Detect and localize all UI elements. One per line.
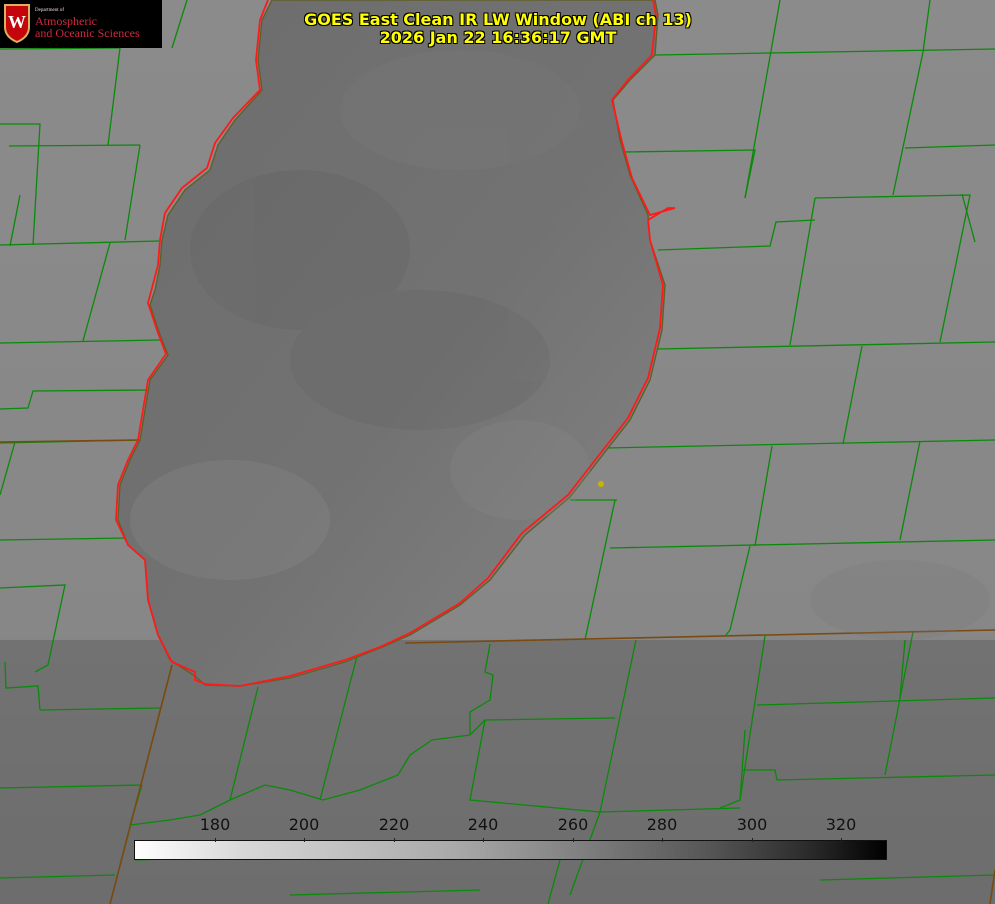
svg-text:W: W bbox=[8, 12, 26, 32]
satellite-image-view: W Department of Atmospheric and Oceanic … bbox=[0, 0, 995, 904]
colorbar-tick-mark bbox=[662, 838, 663, 842]
colorbar-tick-mark bbox=[483, 838, 484, 842]
colorbar-tick-mark bbox=[752, 838, 753, 842]
brightness-temperature-colorbar bbox=[134, 840, 887, 860]
colorbar-label: 200 bbox=[288, 815, 320, 834]
colorbar-tick-mark bbox=[394, 838, 395, 842]
city-marker bbox=[598, 481, 604, 487]
colorbar-label: 180 bbox=[199, 815, 231, 834]
logo-line-oceanic: and Oceanic Sciences bbox=[35, 26, 140, 40]
colorbar-label: 300 bbox=[736, 815, 768, 834]
satellite-map bbox=[0, 0, 995, 904]
uw-aos-logo: W Department of Atmospheric and Oceanic … bbox=[0, 0, 162, 48]
south-land-shading bbox=[0, 640, 995, 904]
colorbar-tick-mark bbox=[215, 838, 216, 842]
colorbar-label: 220 bbox=[378, 815, 410, 834]
colorbar-label: 240 bbox=[467, 815, 499, 834]
colorbar-tick-mark bbox=[841, 838, 842, 842]
colorbar-label: 320 bbox=[825, 815, 857, 834]
colorbar-label: 280 bbox=[646, 815, 678, 834]
colorbar-tick-mark bbox=[304, 838, 305, 842]
uw-crest-icon: W bbox=[4, 4, 30, 43]
title-timestamp: 2026 Jan 22 16:36:17 GMT bbox=[379, 28, 617, 47]
image-title: GOES East Clean IR LW Window (ABI ch 13)… bbox=[298, 11, 698, 47]
colorbar-label: 260 bbox=[557, 815, 589, 834]
title-product: GOES East Clean IR LW Window (ABI ch 13) bbox=[304, 10, 692, 29]
colorbar-tick-mark bbox=[573, 838, 574, 842]
